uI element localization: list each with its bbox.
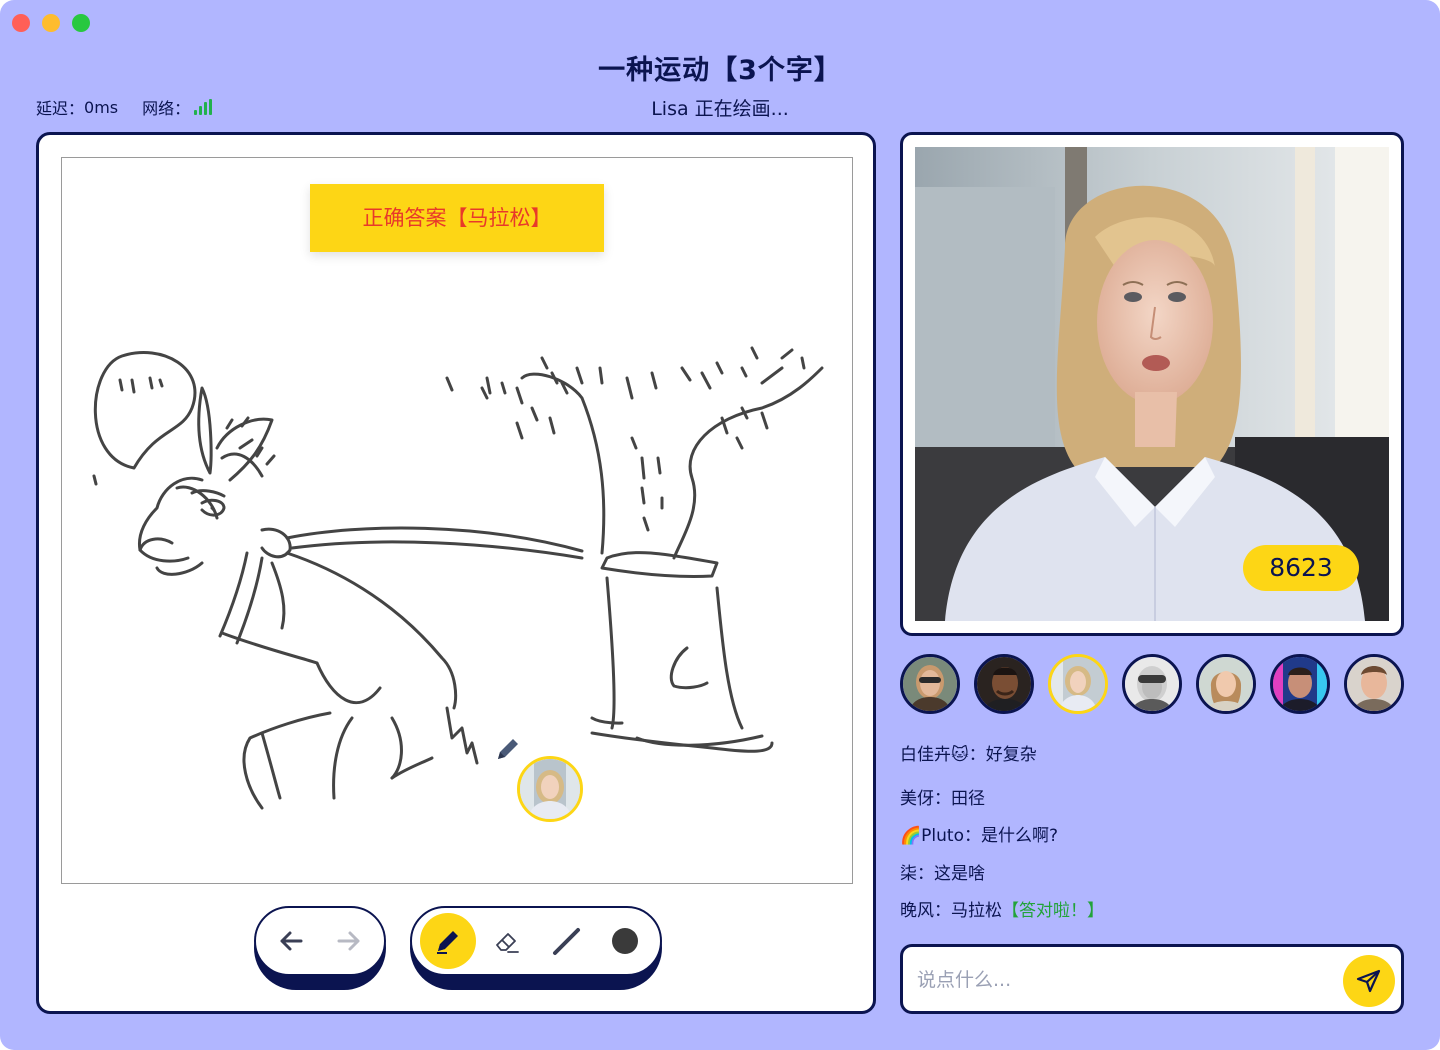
chat-message: 美伢：田径 — [900, 789, 985, 809]
player-list — [900, 654, 1404, 716]
chat-text: 这是啥 — [934, 864, 985, 884]
arrow-left-icon — [280, 931, 303, 951]
chat-text: 好复杂 — [985, 745, 1037, 765]
line-icon — [552, 928, 580, 955]
correct-answer-tag: 【答对啦！】 — [1002, 901, 1104, 921]
player-avatar[interactable] — [1196, 654, 1256, 714]
pen-icon — [436, 931, 458, 954]
chat-username: 柒 — [900, 864, 917, 884]
drawing-panel: 正确答案【马拉松】 — [36, 132, 876, 1014]
arrow-right-icon — [337, 931, 360, 951]
circle-fill-icon — [611, 928, 638, 954]
chat-message: 柒：这是啥 — [900, 864, 985, 884]
chat-input[interactable] — [917, 957, 1327, 1003]
traffic-lights — [12, 14, 90, 32]
app-window: 一种运动【3个字】 延迟： 0ms 网络： Lisa 正在绘画... 正确答案【… — [0, 0, 1440, 1050]
pen-tool-button[interactable] — [419, 913, 476, 969]
chat-message: 白佳卉🐱：好复杂 — [900, 745, 1037, 765]
chat-username: 晚风 — [900, 901, 934, 921]
player-avatar-active[interactable] — [1048, 654, 1108, 714]
chat-text: 田径 — [951, 789, 985, 809]
close-window-button[interactable] — [12, 14, 30, 32]
player-avatar[interactable] — [1122, 654, 1182, 714]
minimize-window-button[interactable] — [42, 14, 60, 32]
player-avatar[interactable] — [900, 654, 960, 714]
undo-button[interactable] — [263, 913, 319, 969]
redo-button[interactable] — [321, 913, 377, 969]
correct-answer-banner: 正确答案【马拉松】 — [310, 184, 604, 252]
drawing-tools-toolbar — [410, 906, 662, 990]
score-badge: 8623 — [1243, 545, 1359, 591]
eraser-tool-button[interactable] — [479, 913, 535, 969]
eraser-icon — [495, 933, 519, 953]
sketch-drawing — [92, 346, 824, 810]
chat-text: 是什么啊? — [980, 826, 1059, 846]
chat-input-box — [900, 944, 1404, 1014]
drawer-avatar — [517, 756, 583, 822]
chat-username: 美伢 — [900, 789, 934, 809]
round-hint-title: 一种运动【3个字】 — [598, 55, 842, 86]
fill-tool-button[interactable] — [597, 913, 653, 969]
chat-message: 晚风：马拉松【答对啦！】 — [900, 901, 1104, 921]
send-button[interactable] — [1343, 955, 1395, 1007]
drawing-canvas[interactable]: 正确答案【马拉松】 — [61, 157, 853, 884]
chat-username: 🌈Pluto — [900, 826, 964, 846]
player-avatar[interactable] — [974, 654, 1034, 714]
paper-plane-icon — [1356, 969, 1381, 993]
video-panel: 8623 — [900, 132, 1404, 636]
pencil-cursor-icon — [494, 735, 522, 767]
player-avatar[interactable] — [1344, 654, 1404, 714]
line-tool-button[interactable] — [538, 913, 594, 969]
drawing-status: Lisa 正在绘画... — [651, 98, 789, 120]
drawer-video-feed: 8623 — [915, 147, 1389, 621]
chat-message: 🌈Pluto：是什么啊? — [900, 826, 1059, 846]
zoom-window-button[interactable] — [72, 14, 90, 32]
history-toolbar — [254, 906, 386, 990]
player-avatar[interactable] — [1270, 654, 1330, 714]
chat-username: 白佳卉🐱 — [900, 745, 969, 765]
chat-text: 马拉松 — [951, 901, 1002, 921]
